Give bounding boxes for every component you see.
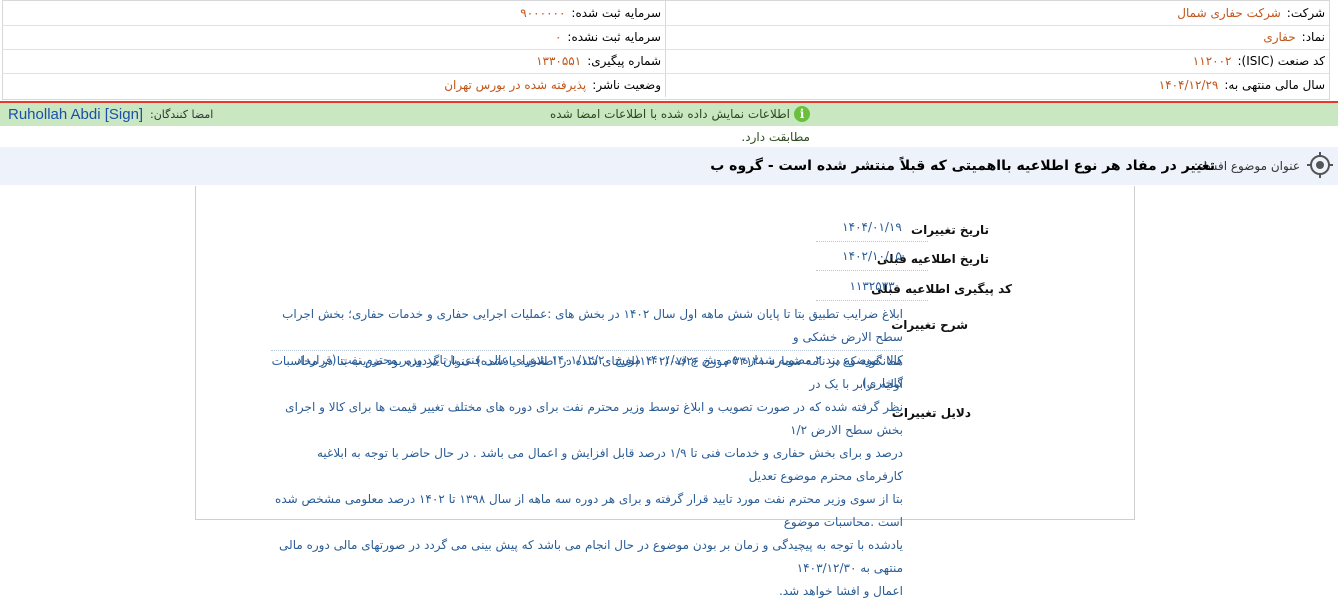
change-reasons-line: نظر گرفته شده که در صورت تصویب و ابلاغ ت… xyxy=(285,400,903,437)
info-row-isic: کد صنعت (ISIC): ۱۱۲۰۰۲ شماره پیگیری: ۱۳۳۰۵… xyxy=(3,49,1329,74)
symbol-cell: نماد:حفاری xyxy=(666,25,1329,49)
change-reasons-line: اعمال و افشا خواهد شد. xyxy=(778,584,903,598)
disclosure-content: تاریخ تغییرات ۱۴۰۴/۰۱/۱۹ تاریخ اطلاعیه ق… xyxy=(195,186,1135,598)
change-date-value: ۱۴۰۴/۰۱/۱۹ xyxy=(842,220,902,234)
company-cell: شرکت:شرکت حفاری شمال xyxy=(666,1,1329,25)
info-row-fiscal: سال مالی منتهی به: ۱۴۰۴/۱۲/۲۹ وضعیت ناشر:… xyxy=(3,73,1329,97)
symbol-value[interactable]: حفاری xyxy=(1263,30,1301,44)
fiscal-cell: سال مالی منتهی به: ۱۴۰۴/۱۲/۲۹ xyxy=(666,73,1329,97)
publisher-status-value: پذیرفته شده در بورس تهران xyxy=(444,78,587,92)
publisher-status-cell: وضعیت ناشر: پذیرفته شده در بورس تهران xyxy=(3,73,666,97)
capital-unregistered-value: ۰ xyxy=(554,30,562,44)
prev-notice-date-separator xyxy=(816,270,928,271)
change-reasons: همانگونه که در نامه شماره ۳۳۱۲۱ مورخ ۱۴۰… xyxy=(271,350,903,603)
info-row-symbol: نماد:حفاری سرمایه ثبت نشده: ۰ xyxy=(3,25,1329,50)
info-row-company: شرکت:شرکت حفاری شمال سرمایه ثبت شده: ۹۰۰۰… xyxy=(3,1,1329,26)
change-reasons-label: دلایل تغییرات xyxy=(891,406,971,420)
info-icon: i xyxy=(794,106,810,122)
isic-value: ۱۱۲۰۰۲ xyxy=(1192,54,1232,68)
change-reasons-line: همانگونه که در نامه شماره ۳۳۱۲۱ مورخ ۱۴۰… xyxy=(271,354,903,391)
company-info-table: شرکت:شرکت حفاری شمال سرمایه ثبت شده: ۹۰۰۰… xyxy=(2,0,1330,100)
company-label: شرکت: xyxy=(1286,6,1325,20)
change-reasons-line: درصد و برای بخش حفاری و خدمات فنی تا ۱/۹… xyxy=(316,446,903,483)
disclosure-title-bar: عنوان موضوع افشاء: تغییر در مفاد هر نوع … xyxy=(0,147,1338,185)
capital-unregistered-cell: سرمایه ثبت نشده: ۰ xyxy=(3,25,666,49)
fiscal-value: ۱۴۰۴/۱۲/۲۹ xyxy=(1158,78,1219,92)
prev-tracking-code-value: ۱۱۳۲۵۳۳ xyxy=(849,279,895,293)
verification-message: اطلاعات نمایش داده شده با اطلاعات امضا ش… xyxy=(550,107,810,144)
signature-verification-bar: i اطلاعات نمایش داده شده با اطلاعات امضا… xyxy=(0,103,1338,144)
company-value[interactable]: شرکت حفاری شمال xyxy=(1177,6,1287,20)
isic-label: کد صنعت (ISIC): xyxy=(1237,54,1325,68)
change-date-separator xyxy=(816,241,928,242)
publisher-status-label: وضعیت ناشر: xyxy=(592,78,661,92)
change-description-line: ابلاغ ضرایب تطبیق بتا تا پایان شش ماهه ا… xyxy=(282,307,903,344)
page-title: تغییر در مفاد هر نوع اطلاعیه بااهمیتی که… xyxy=(710,158,1215,174)
verification-message-wrap: i اطلاعات نمایش داده شده با اطلاعات امضا… xyxy=(520,103,810,144)
fiscal-label: سال مالی منتهی به: xyxy=(1224,78,1325,92)
tracking-cell: شماره پیگیری: ۱۳۳۰۵۵۱ xyxy=(3,49,666,73)
prev-notice-date-value: ۱۴۰۲/۱۰/۰۵ xyxy=(842,249,902,263)
isic-cell: کد صنعت (ISIC): ۱۱۲۰۰۲ xyxy=(666,49,1329,73)
change-reasons-line: یادشده با توجه به پیچیدگی و زمان بر بودن… xyxy=(279,538,903,575)
tracking-value: ۱۳۳۰۵۵۱ xyxy=(536,54,582,68)
prev-tracking-code-separator xyxy=(816,300,928,301)
signer-link[interactable]: Ruhollah Abdi [Sign] xyxy=(8,103,143,126)
symbol-label: نماد: xyxy=(1301,30,1325,44)
signers-label: امضا کنندگان: xyxy=(150,108,214,121)
tracking-label: شماره پیگیری: xyxy=(587,54,661,68)
change-reasons-line: بتا از سوی وزیر محترم نفت مورد تایید قرا… xyxy=(275,492,903,529)
capital-registered-cell: سرمایه ثبت شده: ۹۰۰۰۰۰۰ xyxy=(3,1,666,25)
target-icon xyxy=(1307,152,1333,178)
capital-unregistered-label: سرمایه ثبت نشده: xyxy=(567,30,661,44)
capital-registered-label: سرمایه ثبت شده: xyxy=(571,6,661,20)
capital-registered-value: ۹۰۰۰۰۰۰ xyxy=(520,6,566,20)
